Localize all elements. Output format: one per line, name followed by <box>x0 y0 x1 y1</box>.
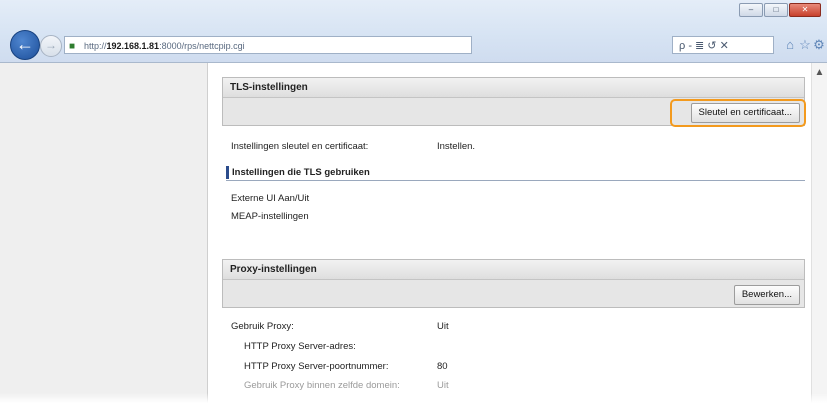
scrollbar[interactable]: ▲ <box>811 63 827 403</box>
close-button[interactable]: ✕ <box>789 3 821 17</box>
proxy-row-label: HTTP Proxy Server-poortnummer: <box>244 361 389 372</box>
address-bar[interactable]: ■ http://192.168.1.81:8000/rps/nettcpip.c… <box>64 36 472 54</box>
proxy-panel-title: Proxy-instellingen <box>223 260 804 280</box>
forward-arrow-icon[interactable]: → <box>40 35 62 57</box>
tls-item-external-ui: Externe UI Aan/Uit <box>231 193 310 204</box>
tls-usage-section-title: Instellingen die TLS gebruiken <box>226 165 805 181</box>
bottom-fade <box>0 393 827 403</box>
browser-chrome: – □ ✕ ← → ■ http://192.168.1.81:8000/rps/… <box>0 0 827 63</box>
back-arrow-icon[interactable]: ← <box>10 30 40 60</box>
left-sidebar <box>0 63 208 403</box>
proxy-panel-toolbar: Bewerken... <box>223 280 804 307</box>
proxy-panel: Proxy-instellingen Bewerken... <box>222 259 805 308</box>
minimize-button[interactable]: – <box>739 3 763 17</box>
proxy-row-label: Gebruik Proxy: <box>231 321 294 332</box>
edit-button[interactable]: Bewerken... <box>733 285 800 305</box>
tls-panel-title: TLS-instellingen <box>223 78 804 98</box>
url-path: :8000/rps/nettcpip.cgi <box>159 41 245 51</box>
site-icon: ■ <box>69 40 76 52</box>
url-host: 192.168.1.81 <box>106 41 160 51</box>
proxy-row-value: Uit <box>437 380 449 391</box>
home-icon[interactable]: ⌂ <box>782 36 798 54</box>
highlight-frame <box>670 99 806 127</box>
proxy-row-label: HTTP Proxy Server-adres: <box>244 341 356 352</box>
proxy-row-value: 80 <box>437 361 448 372</box>
scroll-up-icon[interactable]: ▲ <box>814 68 825 78</box>
page-content: ▲ TLS-instellingen Sleutel en certificaa… <box>0 63 827 403</box>
search-refresh-controls[interactable]: ρ - ≣ ↺ ✕ <box>672 36 774 54</box>
proxy-row-value: Uit <box>437 321 449 332</box>
gear-icon[interactable]: ⚙ <box>811 36 827 54</box>
window-controls: – □ ✕ <box>739 3 821 17</box>
proxy-row-label: Gebruik Proxy binnen zelfde domein: <box>244 380 400 391</box>
tls-item-meap: MEAP-instellingen <box>231 211 309 222</box>
key-cert-setting-value: Instellen. <box>437 141 476 152</box>
url-prefix: http:// <box>84 41 107 51</box>
maximize-button[interactable]: □ <box>764 3 788 17</box>
key-cert-setting-label: Instellingen sleutel en certificaat: <box>231 141 369 152</box>
